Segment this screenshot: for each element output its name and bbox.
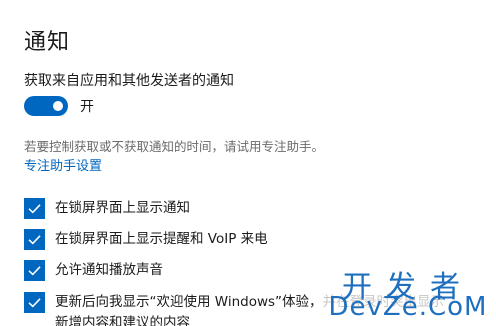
- option-label: 允许通知播放声音: [55, 262, 163, 278]
- option-notification-sounds[interactable]: 允许通知播放声音: [24, 260, 163, 281]
- notifications-toggle-row: 开: [24, 96, 94, 116]
- focus-assist-settings-link[interactable]: 专注助手设置: [24, 155, 102, 174]
- notifications-toggle-switch[interactable]: [24, 96, 68, 116]
- checkbox-checked-icon[interactable]: [24, 229, 45, 250]
- option-label: 在锁屏界面上显示通知: [55, 200, 190, 216]
- notifications-section-label: 获取来自应用和其他发送者的通知: [24, 73, 234, 89]
- option-label: 在锁屏界面上显示提醒和 VoIP 来电: [55, 231, 268, 247]
- toggle-state-label: 开: [80, 99, 94, 115]
- watermark-bottom-text: DevZe.CoM: [328, 292, 488, 322]
- page-title: 通知: [24, 30, 71, 55]
- checkbox-checked-icon[interactable]: [24, 292, 45, 313]
- notifications-settings-page: 通知 获取来自应用和其他发送者的通知 开 若要控制获取或不获取通知的时间，请试用…: [0, 0, 496, 326]
- toggle-knob: [53, 101, 63, 111]
- checkbox-checked-icon[interactable]: [24, 260, 45, 281]
- site-watermark: 开发者 DevZe.CoM: [320, 262, 495, 322]
- option-lockscreen-voip[interactable]: 在锁屏界面上显示提醒和 VoIP 来电: [24, 229, 268, 250]
- checkbox-checked-icon[interactable]: [24, 198, 45, 219]
- focus-assist-hint: 若要控制获取或不获取通知的时间，请试用专注助手。: [24, 139, 325, 154]
- option-lockscreen-notifications[interactable]: 在锁屏界面上显示通知: [24, 198, 190, 219]
